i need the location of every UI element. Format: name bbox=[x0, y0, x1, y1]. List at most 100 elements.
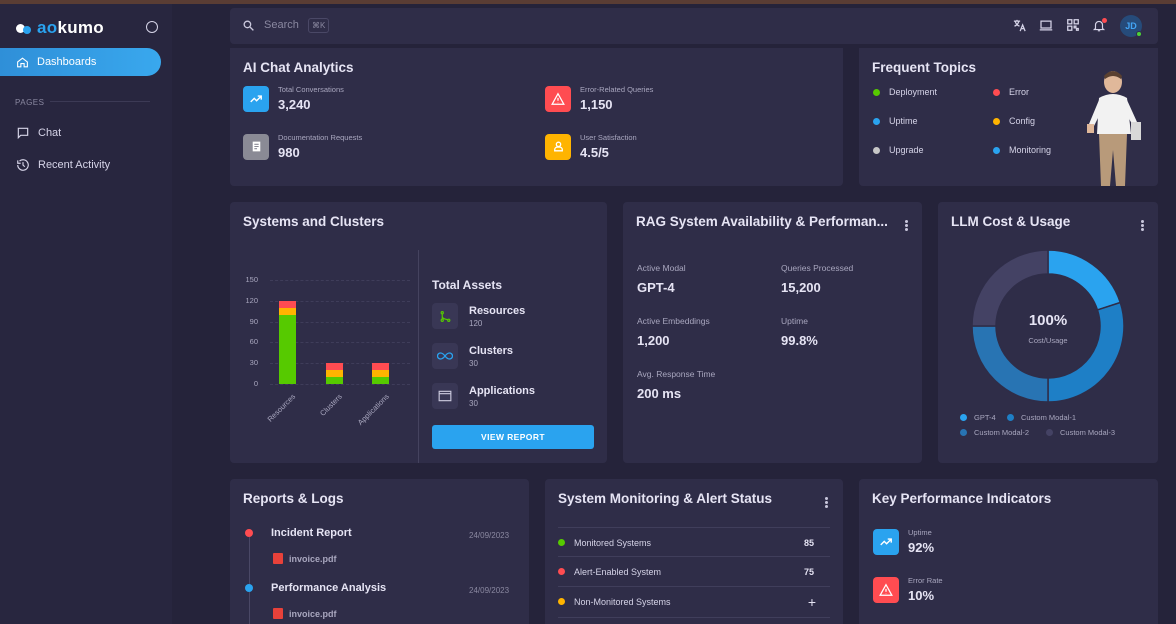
ai-chat-analytics-card: AI Chat Analytics Total Conversations 3,2… bbox=[230, 48, 843, 186]
monitoring-row[interactable]: Non-Monitored Systems + bbox=[558, 586, 830, 616]
topic-item: Uptime bbox=[873, 116, 918, 126]
translate-icon[interactable] bbox=[1012, 18, 1027, 33]
metric-value: 200 ms bbox=[637, 386, 682, 401]
y-tick-label: 90 bbox=[249, 316, 258, 326]
bar-segment[interactable] bbox=[278, 300, 296, 308]
expand-plus-icon: + bbox=[807, 593, 816, 610]
pdf-attachment[interactable]: invoice.pdf bbox=[273, 553, 337, 564]
stat-value: 980 bbox=[278, 145, 300, 160]
legend-item: Custom Modal-1 bbox=[1007, 413, 1076, 422]
legend-item: Custom Modal-2 bbox=[960, 428, 1029, 437]
view-report-button[interactable]: VIEW REPORT bbox=[432, 425, 594, 449]
person-illustration bbox=[1087, 71, 1141, 186]
y-tick-label: 60 bbox=[249, 337, 258, 347]
user-icon bbox=[545, 133, 571, 160]
stat-label: Total Conversations bbox=[278, 85, 344, 94]
row-divider bbox=[558, 617, 830, 618]
more-options-icon[interactable] bbox=[1141, 220, 1144, 231]
metric-label: Avg. Response Time bbox=[637, 369, 716, 379]
report-date: 24/09/2023 bbox=[469, 531, 510, 540]
report-date: 24/09/2023 bbox=[469, 586, 510, 595]
metric-label: Active Modal bbox=[637, 263, 686, 273]
sidebar-item-dashboards[interactable]: Dashboards bbox=[0, 48, 161, 76]
search-input[interactable]: Search bbox=[264, 19, 299, 31]
warning-icon bbox=[873, 576, 899, 603]
pdf-attachment[interactable]: invoice.pdf bbox=[273, 608, 337, 619]
metric-label: Active Embeddings bbox=[637, 316, 710, 326]
metric-value: GPT-4 bbox=[637, 280, 675, 295]
legend-item: GPT-4 bbox=[960, 413, 996, 422]
asset-applications: Applications 30 bbox=[432, 383, 535, 409]
llm-cost-usage-card: LLM Cost & Usage 100% Cost/Usage GPT-4 C… bbox=[938, 202, 1158, 463]
systems-bar-chart: 150 120 90 60 30 0 Resources Clusters Applicatio… bbox=[230, 202, 418, 463]
sidebar-section-label: PAGES bbox=[15, 98, 45, 107]
laptop-icon[interactable] bbox=[1038, 18, 1054, 33]
monitoring-row[interactable]: Monitored Systems 85 bbox=[558, 527, 830, 557]
asset-name: Resources bbox=[469, 304, 526, 317]
kpi-error-rate: Error Rate 10% bbox=[873, 576, 943, 603]
kpi-card: Key Performance Indicators Uptime 92% Err… bbox=[859, 479, 1158, 624]
logo-mark-icon bbox=[16, 22, 34, 34]
section-divider bbox=[50, 101, 150, 102]
window-top-border bbox=[0, 0, 1176, 4]
bar-segment[interactable] bbox=[372, 377, 390, 384]
monitoring-row[interactable]: Alert-Enabled System 75 bbox=[558, 556, 830, 586]
search-shortcut-badge: ⌘K bbox=[308, 18, 330, 33]
stat-value: 4.5/5 bbox=[580, 145, 609, 160]
grid-line bbox=[270, 280, 410, 281]
infinity-icon bbox=[432, 343, 458, 369]
trend-up-icon bbox=[873, 528, 899, 555]
sidebar: aokumo Dashboards PAGES Chat Recent Acti… bbox=[0, 4, 172, 624]
asset-name: Applications bbox=[469, 384, 536, 397]
metric-label: Queries Processed bbox=[781, 263, 854, 273]
pdf-file-icon bbox=[273, 608, 283, 619]
sidebar-item-chat[interactable]: Chat bbox=[16, 126, 61, 140]
sidebar-item-recent-activity[interactable]: Recent Activity bbox=[16, 158, 110, 172]
bar-segment[interactable] bbox=[372, 363, 390, 371]
topic-item: Error bbox=[993, 87, 1029, 97]
sidebar-item-label: Dashboards bbox=[37, 56, 97, 68]
kpi-value: 10% bbox=[908, 588, 935, 603]
bar-segment[interactable] bbox=[372, 370, 390, 378]
stat-total-conversations: Total Conversations 3,240 bbox=[243, 85, 344, 112]
y-tick-label: 30 bbox=[249, 358, 258, 368]
timeline-dot bbox=[245, 584, 253, 592]
card-title: System Monitoring & Alert Status bbox=[558, 491, 773, 506]
chat-icon bbox=[17, 127, 29, 140]
trend-up-icon bbox=[243, 85, 269, 112]
bar-segment[interactable] bbox=[278, 307, 296, 315]
pdf-file-icon bbox=[273, 553, 283, 564]
more-options-icon[interactable] bbox=[905, 220, 908, 231]
bar-segment[interactable] bbox=[278, 314, 296, 384]
donut-slice[interactable] bbox=[1047, 250, 1122, 311]
stat-label: User Satisfaction bbox=[580, 133, 637, 142]
card-title: Reports & Logs bbox=[243, 491, 344, 506]
grid-shortcuts-icon[interactable] bbox=[1066, 18, 1080, 32]
rag-system-card: RAG System Availability & Performan... A… bbox=[623, 202, 922, 463]
donut-center-label: Cost/Usage bbox=[1028, 336, 1068, 345]
bar-segment[interactable] bbox=[325, 363, 343, 371]
card-title: Frequent Topics bbox=[872, 60, 977, 75]
timeline-line bbox=[249, 537, 250, 624]
bar-segment[interactable] bbox=[325, 370, 343, 378]
more-options-icon[interactable] bbox=[825, 497, 828, 508]
kpi-value: 92% bbox=[908, 540, 935, 555]
window-icon bbox=[432, 383, 458, 409]
topic-item: Upgrade bbox=[873, 145, 924, 155]
x-category-label: Resources bbox=[265, 392, 298, 424]
history-icon bbox=[17, 159, 29, 171]
brand-logo[interactable]: aokumo bbox=[16, 18, 104, 38]
topic-item: Deployment bbox=[873, 87, 937, 97]
search-icon[interactable] bbox=[242, 19, 255, 32]
bar-segment[interactable] bbox=[325, 377, 343, 384]
metric-value: 15,200 bbox=[781, 280, 821, 295]
report-title[interactable]: Performance Analysis bbox=[271, 582, 386, 594]
sidebar-toggle-icon[interactable] bbox=[146, 21, 158, 33]
card-title: RAG System Availability & Performan... bbox=[636, 214, 888, 229]
notification-badge bbox=[1102, 18, 1107, 23]
donut-center-value: 100% bbox=[1028, 312, 1068, 329]
report-title[interactable]: Incident Report bbox=[271, 527, 352, 539]
asset-count: 30 bbox=[469, 398, 478, 408]
asset-resources: Resources 120 bbox=[432, 303, 525, 329]
metric-value: 1,200 bbox=[637, 333, 670, 348]
